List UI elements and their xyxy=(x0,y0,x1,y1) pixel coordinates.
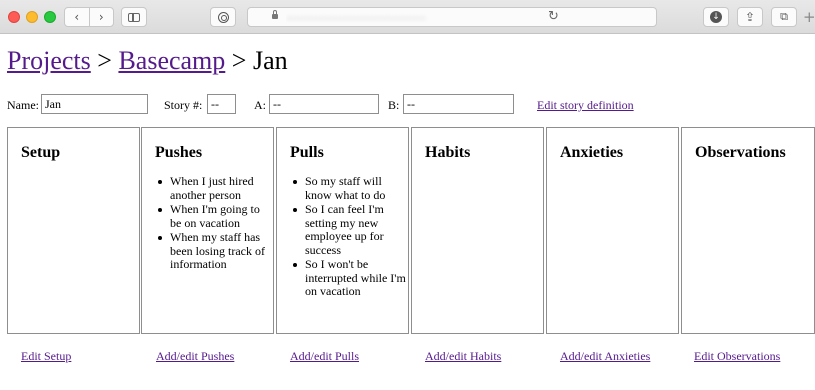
story-number-input[interactable] xyxy=(207,94,236,114)
edit-observations-link[interactable]: Edit Observations xyxy=(694,349,780,364)
column-pulls: Pulls So my staff will know what to do S… xyxy=(276,127,409,334)
story-number-label: Story #: xyxy=(164,98,203,112)
a-input[interactable] xyxy=(269,94,379,114)
list-item: So my staff will know what to do xyxy=(293,174,409,202)
browser-toolbar: ‹ › ····································… xyxy=(0,0,815,34)
edit-story-definition-link[interactable]: Edit story definition xyxy=(537,98,634,113)
minimize-window-button[interactable] xyxy=(26,11,38,23)
list-item: When my staff has been losing track of i… xyxy=(158,230,274,272)
story-columns: Setup Pushes When I just hired another p… xyxy=(7,127,815,334)
column-observations: Observations xyxy=(681,127,815,334)
column-title: Pulls xyxy=(290,144,324,161)
forward-button[interactable]: › xyxy=(88,8,114,26)
breadcrumb-projects-link[interactable]: Projects xyxy=(7,46,91,75)
edit-pulls-link[interactable]: Add/edit Pulls xyxy=(290,349,359,364)
column-title: Pushes xyxy=(155,144,203,161)
sidebar-toggle-button[interactable] xyxy=(121,7,147,27)
new-tab-icon[interactable]: + xyxy=(803,8,815,26)
column-habits: Habits xyxy=(411,127,544,334)
downloads-button[interactable]: ↓ xyxy=(703,7,729,27)
breadcrumb-current: Jan xyxy=(252,46,288,75)
name-input[interactable] xyxy=(41,94,148,114)
column-setup: Setup xyxy=(7,127,140,334)
column-title: Anxieties xyxy=(560,144,624,161)
privacy-report-button[interactable] xyxy=(210,7,236,27)
edit-anxieties-link[interactable]: Add/edit Anxieties xyxy=(560,349,650,364)
address-bar[interactable]: ········································… xyxy=(247,7,657,27)
column-title: Setup xyxy=(21,144,61,161)
breadcrumb: Projects > Basecamp > Jan xyxy=(7,46,288,76)
list-item: When I'm going to be on vacation xyxy=(158,202,274,230)
column-anxieties: Anxieties xyxy=(546,127,679,334)
url-text: ········································ xyxy=(286,12,426,23)
zoom-window-button[interactable] xyxy=(44,11,56,23)
column-pushes: Pushes When I just hired another person … xyxy=(141,127,274,334)
b-label: B: xyxy=(388,98,400,112)
edit-habits-link[interactable]: Add/edit Habits xyxy=(425,349,501,364)
share-icon: ⇪ xyxy=(744,10,756,24)
download-icon: ↓ xyxy=(710,11,722,23)
breadcrumb-separator: > xyxy=(97,46,112,75)
nav-button-group: ‹ › xyxy=(64,7,114,27)
edit-pushes-link[interactable]: Add/edit Pushes xyxy=(156,349,234,364)
tabs-icon: ⧉ xyxy=(780,10,788,23)
column-title: Observations xyxy=(695,144,786,161)
privacy-icon xyxy=(217,11,229,23)
pulls-list: So my staff will know what to do So I ca… xyxy=(291,174,409,300)
a-label: A: xyxy=(254,98,266,112)
edit-setup-link[interactable]: Edit Setup xyxy=(21,349,71,364)
column-title: Habits xyxy=(425,144,471,161)
back-button[interactable]: ‹ xyxy=(65,8,89,26)
list-item: When I just hired another person xyxy=(158,174,274,202)
b-input[interactable] xyxy=(403,94,514,114)
sidebar-icon xyxy=(128,12,140,22)
list-item: So I can feel I'm setting my new employe… xyxy=(293,202,409,257)
close-window-button[interactable] xyxy=(8,11,20,23)
pushes-list: When I just hired another person When I'… xyxy=(156,174,274,273)
breadcrumb-basecamp-link[interactable]: Basecamp xyxy=(118,46,225,75)
show-tabs-button[interactable]: ⧉ xyxy=(771,7,797,27)
breadcrumb-separator: > xyxy=(231,46,247,75)
share-button[interactable]: ⇪ xyxy=(737,7,763,27)
lock-icon xyxy=(272,10,278,19)
reload-icon[interactable]: ↻ xyxy=(548,9,559,24)
list-item: So I won't be interrupted while I'm on v… xyxy=(293,257,409,299)
name-label: Name: xyxy=(7,98,39,112)
